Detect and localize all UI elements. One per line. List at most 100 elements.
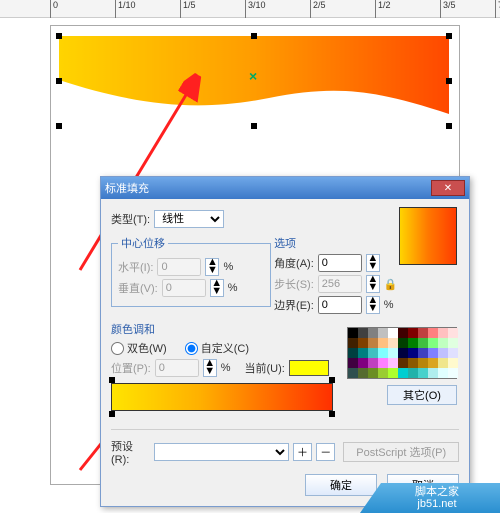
palette-swatch[interactable] — [418, 338, 428, 348]
palette-swatch[interactable] — [388, 368, 398, 378]
palette-swatch[interactable] — [428, 338, 438, 348]
resize-handle[interactable] — [446, 78, 452, 84]
palette-grid[interactable] — [347, 327, 457, 379]
palette-swatch[interactable] — [438, 368, 448, 378]
palette-swatch[interactable] — [418, 348, 428, 358]
palette-swatch[interactable] — [388, 358, 398, 368]
angle-input[interactable] — [318, 254, 362, 272]
palette-swatch[interactable] — [368, 348, 378, 358]
two-color-radio-input[interactable] — [111, 342, 124, 355]
angle-spinner[interactable]: ▲▼ — [366, 254, 380, 272]
resize-handle[interactable] — [251, 123, 257, 129]
palette-swatch[interactable] — [418, 328, 428, 338]
palette-swatch[interactable] — [358, 348, 368, 358]
preset-select[interactable] — [154, 443, 289, 461]
palette-swatch[interactable] — [438, 348, 448, 358]
palette-swatch[interactable] — [378, 328, 388, 338]
two-color-radio[interactable]: 双色(W) — [111, 340, 167, 356]
palette-swatch[interactable] — [398, 368, 408, 378]
palette-swatch[interactable] — [398, 348, 408, 358]
palette-swatch[interactable] — [438, 358, 448, 368]
selected-shape[interactable]: × — [59, 36, 449, 126]
palette-swatch[interactable] — [448, 358, 458, 368]
palette-swatch[interactable] — [348, 358, 358, 368]
ok-button[interactable]: 确定 — [305, 474, 377, 496]
position-input — [155, 359, 199, 377]
palette-swatch[interactable] — [408, 368, 418, 378]
watermark-line2: jb51.net — [417, 498, 456, 510]
palette-swatch[interactable] — [368, 328, 378, 338]
ramp-node[interactable] — [109, 377, 115, 383]
palette-swatch[interactable] — [388, 328, 398, 338]
watermark: 脚本之家 jb51.net — [360, 483, 500, 513]
palette-swatch[interactable] — [348, 368, 358, 378]
resize-handle[interactable] — [446, 123, 452, 129]
palette-swatch[interactable] — [358, 358, 368, 368]
edge-input[interactable] — [318, 296, 362, 314]
resize-handle[interactable] — [446, 33, 452, 39]
ruler-tick: 7/1 — [495, 0, 500, 18]
palette-swatch[interactable] — [408, 348, 418, 358]
add-preset-button[interactable]: ＋ — [293, 443, 312, 461]
resize-handle[interactable] — [251, 33, 257, 39]
close-button[interactable]: ✕ — [431, 180, 465, 196]
pct-label: % — [223, 261, 233, 273]
palette-swatch[interactable] — [358, 368, 368, 378]
palette-swatch[interactable] — [398, 338, 408, 348]
palette-swatch[interactable] — [388, 348, 398, 358]
resize-handle[interactable] — [56, 33, 62, 39]
remove-preset-button[interactable]: － — [316, 443, 335, 461]
palette-swatch[interactable] — [448, 348, 458, 358]
gradient-preview — [399, 207, 457, 265]
other-colors-button[interactable]: 其它(O) — [387, 385, 457, 405]
palette-swatch[interactable] — [348, 328, 358, 338]
palette-swatch[interactable] — [348, 348, 358, 358]
lock-icon[interactable]: 🔒 — [384, 278, 398, 291]
palette-swatch[interactable] — [418, 368, 428, 378]
palette-swatch[interactable] — [378, 348, 388, 358]
palette-swatch[interactable] — [428, 328, 438, 338]
postscript-options-button: PostScript 选项(P) — [343, 442, 459, 462]
dialog-titlebar[interactable]: 标准填充 ✕ — [101, 177, 469, 199]
palette-swatch[interactable] — [398, 358, 408, 368]
palette-swatch[interactable] — [398, 328, 408, 338]
palette-swatch[interactable] — [448, 338, 458, 348]
palette-swatch[interactable] — [438, 328, 448, 338]
type-select[interactable]: 线性 — [154, 210, 224, 228]
palette-swatch[interactable] — [348, 338, 358, 348]
palette-swatch[interactable] — [378, 338, 388, 348]
custom-radio-input[interactable] — [185, 342, 198, 355]
palette-swatch[interactable] — [368, 338, 378, 348]
palette-swatch[interactable] — [428, 348, 438, 358]
palette-swatch[interactable] — [408, 338, 418, 348]
ramp-node[interactable] — [329, 377, 335, 383]
steps-label: 步长(S): — [274, 276, 314, 292]
palette-swatch[interactable] — [408, 328, 418, 338]
custom-radio[interactable]: 自定义(C) — [185, 340, 249, 356]
gradient-ramp[interactable] — [111, 383, 333, 411]
palette-swatch[interactable] — [358, 328, 368, 338]
current-color-swatch[interactable] — [289, 360, 329, 376]
resize-handle[interactable] — [56, 78, 62, 84]
palette-swatch[interactable] — [378, 358, 388, 368]
ramp-node[interactable] — [329, 411, 335, 417]
palette-swatch[interactable] — [378, 368, 388, 378]
palette-swatch[interactable] — [448, 328, 458, 338]
palette-swatch[interactable] — [368, 358, 378, 368]
palette-swatch[interactable] — [388, 338, 398, 348]
center-marker-icon[interactable]: × — [249, 68, 257, 84]
ramp-node[interactable] — [109, 411, 115, 417]
palette-swatch[interactable] — [438, 338, 448, 348]
palette-swatch[interactable] — [418, 358, 428, 368]
edge-label: 边界(E): — [274, 297, 314, 313]
palette-swatch[interactable] — [368, 368, 378, 378]
resize-handle[interactable] — [56, 123, 62, 129]
vertical-input — [162, 279, 206, 297]
palette-swatch[interactable] — [408, 358, 418, 368]
palette-swatch[interactable] — [448, 368, 458, 378]
ruler-tick: 1/2 — [375, 0, 391, 18]
palette-swatch[interactable] — [358, 338, 368, 348]
palette-swatch[interactable] — [428, 368, 438, 378]
palette-swatch[interactable] — [428, 358, 438, 368]
edge-spinner[interactable]: ▲▼ — [366, 296, 380, 314]
